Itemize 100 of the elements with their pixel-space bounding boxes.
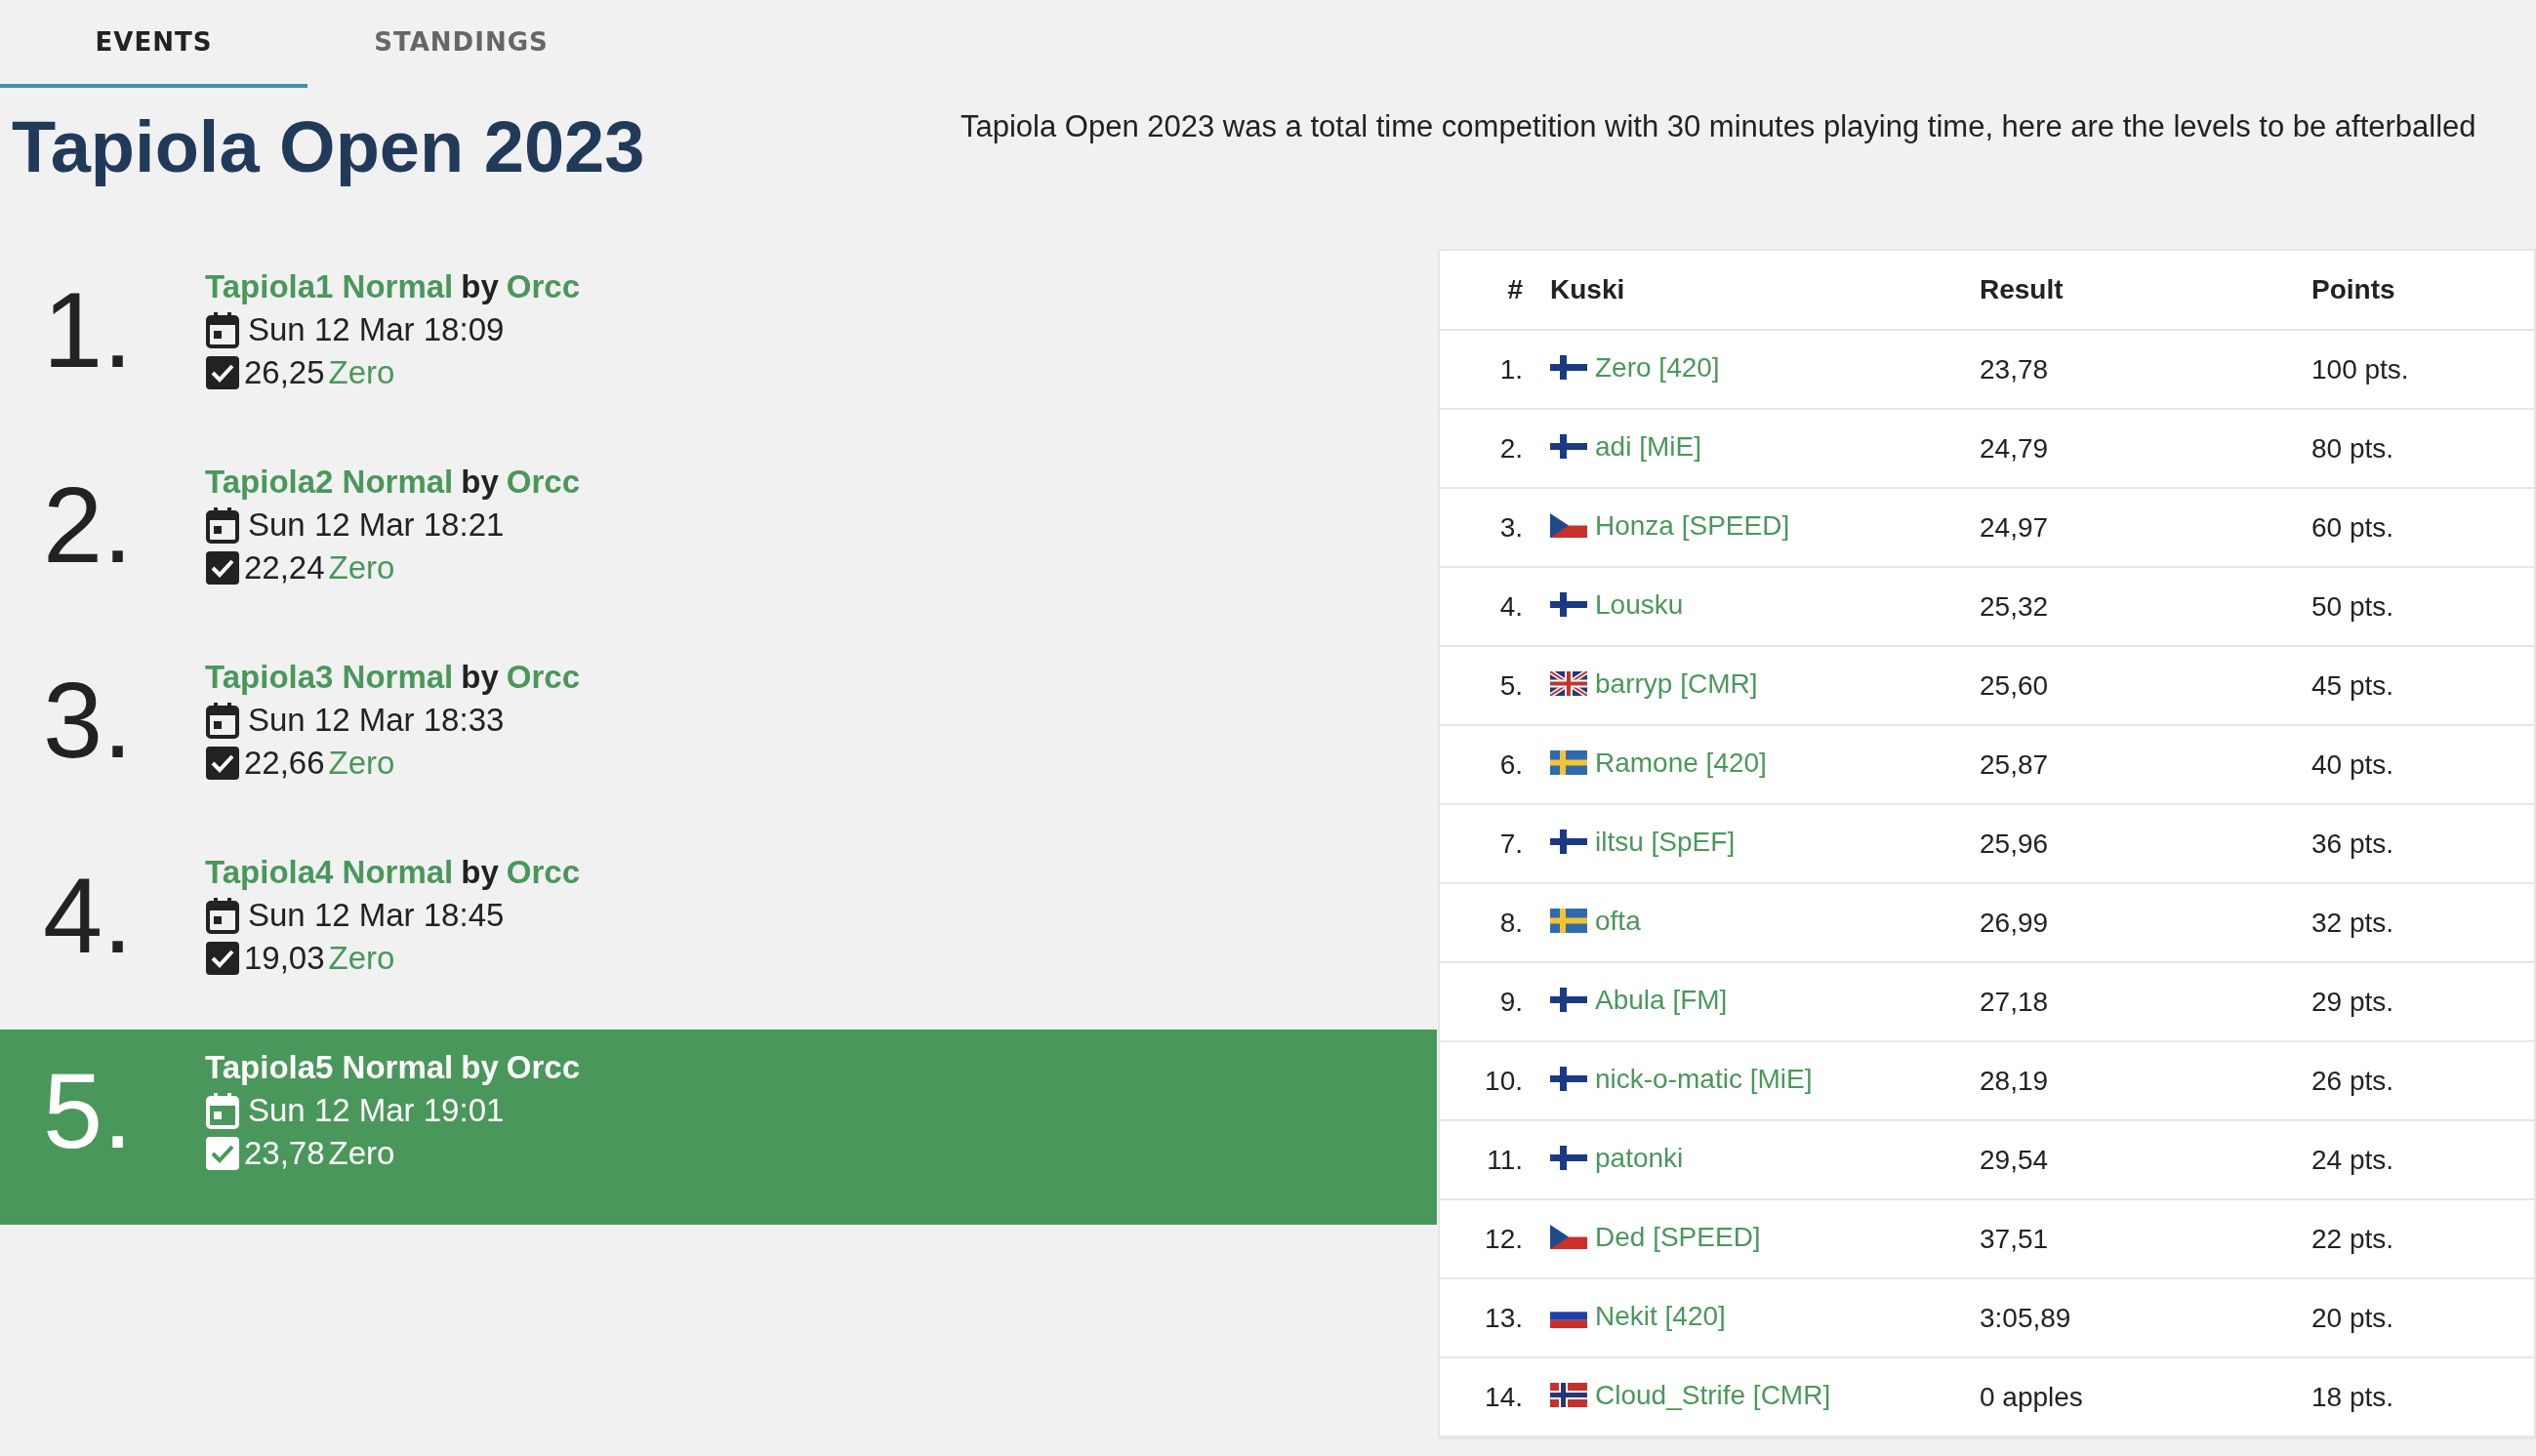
points-cell: 32 pts. — [2311, 883, 2534, 962]
event-row[interactable]: 2. Tapiola2 Normal by Orcc Sun 12 Mar 18:21 22,24Zero — [0, 444, 1437, 639]
flag-icon — [1550, 513, 1587, 539]
kuski-link[interactable]: Abula [FM] — [1595, 984, 1728, 1016]
checkbox-check-icon — [205, 355, 240, 390]
kuski-link[interactable]: Honza [SPEED] — [1595, 509, 1790, 542]
flag-icon — [1550, 750, 1587, 776]
by-label: by — [461, 854, 499, 891]
level-link[interactable]: Tapiola1 Normal — [205, 268, 454, 305]
event-date: Sun 12 Mar 18:21 — [248, 506, 505, 544]
kuski-link[interactable]: Nekit [420] — [1595, 1300, 1726, 1332]
points-cell: 60 pts. — [2311, 488, 2534, 567]
author-link[interactable]: Orcc — [506, 464, 581, 501]
result-cell: 25,87 — [1980, 725, 2311, 804]
calendar-icon — [205, 1092, 240, 1129]
winner-link[interactable]: Zero — [328, 549, 395, 586]
event-row[interactable]: 4. Tapiola4 Normal by Orcc Sun 12 Mar 18:45 19,03Zero — [0, 834, 1437, 1030]
calendar-icon — [205, 702, 240, 739]
result-cell: 25,60 — [1980, 646, 2311, 725]
by-label: by — [461, 268, 499, 305]
by-label: by — [461, 1049, 499, 1086]
result-cell: 0 apples — [1980, 1357, 2311, 1436]
kuski-link[interactable]: patonki — [1595, 1142, 1684, 1174]
kuski-link[interactable]: iltsu [SpEF] — [1595, 826, 1736, 858]
kuski-link[interactable]: Cloud_Strife [CMR] — [1595, 1379, 1831, 1411]
kuski-link[interactable]: ofta — [1595, 905, 1641, 937]
flag-icon — [1550, 1067, 1587, 1092]
by-label: by — [461, 659, 499, 696]
by-label: by — [461, 464, 499, 501]
flag-icon — [1550, 434, 1587, 460]
points-cell: 24 pts. — [2311, 1120, 2534, 1199]
author-link[interactable]: Orcc — [506, 1049, 581, 1086]
points-cell: 36 pts. — [2311, 804, 2534, 883]
points-cell: 40 pts. — [2311, 725, 2534, 804]
result-cell: 24,97 — [1980, 488, 2311, 567]
event-number: 4. — [42, 862, 134, 969]
best-time: 22,66 — [244, 745, 325, 782]
event-date: Sun 12 Mar 19:01 — [248, 1092, 505, 1129]
level-link[interactable]: Tapiola3 Normal — [205, 659, 454, 696]
kuski-link[interactable]: Ded [SPEED] — [1595, 1221, 1761, 1253]
best-time: 19,03 — [244, 940, 325, 977]
column-header: Points — [2311, 251, 2534, 330]
flag-icon — [1550, 1225, 1587, 1250]
flag-icon — [1550, 1146, 1587, 1171]
result-cell: 25,32 — [1980, 567, 2311, 646]
best-time: 22,24 — [244, 549, 325, 586]
level-link[interactable]: Tapiola2 Normal — [205, 464, 454, 501]
winner-link[interactable]: Zero — [328, 1135, 395, 1172]
calendar-icon — [205, 506, 240, 544]
flag-icon — [1550, 829, 1587, 855]
result-cell: 26,99 — [1980, 883, 2311, 962]
kuski-link[interactable]: nick-o-matic [MiE] — [1595, 1063, 1813, 1095]
level-link[interactable]: Tapiola4 Normal — [205, 854, 454, 891]
column-header: Result — [1980, 251, 2311, 330]
result-cell: 25,96 — [1980, 804, 2311, 883]
event-number: 5. — [42, 1057, 134, 1164]
kuski-link[interactable]: Ramone [420] — [1595, 747, 1767, 779]
points-cell: 26 pts. — [2311, 1041, 2534, 1120]
result-cell: 28,19 — [1980, 1041, 2311, 1120]
calendar-icon — [205, 897, 240, 934]
flag-icon — [1550, 671, 1587, 697]
winner-link[interactable]: Zero — [328, 940, 395, 977]
tab[interactable]: EVENTS — [0, 0, 307, 88]
event-number: 3. — [42, 667, 134, 774]
level-link[interactable]: Tapiola5 Normal — [205, 1049, 454, 1086]
points-cell: 20 pts. — [2311, 1278, 2534, 1357]
description-text: Tapiola Open 2023 was a total time competition with 30 minutes playing time, here are the levels to be afterballed — [961, 109, 2476, 144]
points-cell: 22 pts. — [2311, 1199, 2534, 1278]
event-number: 2. — [42, 471, 134, 579]
flag-icon — [1550, 988, 1587, 1013]
best-time: 23,78 — [244, 1135, 325, 1172]
flag-icon — [1550, 909, 1587, 934]
event-date: Sun 12 Mar 18:45 — [248, 897, 505, 934]
kuski-link[interactable]: adi [MiE] — [1595, 430, 1701, 463]
winner-link[interactable]: Zero — [328, 354, 395, 391]
page-title: Tapiola Open 2023 — [12, 107, 646, 187]
author-link[interactable]: Orcc — [506, 268, 581, 305]
calendar-icon — [205, 311, 240, 348]
result-cell: 29,54 — [1980, 1120, 2311, 1199]
tab[interactable]: STANDINGS — [307, 0, 615, 88]
points-cell: 100 pts. — [2311, 330, 2534, 409]
event-date: Sun 12 Mar 18:33 — [248, 702, 505, 739]
result-cell: 27,18 — [1980, 962, 2311, 1041]
points-cell: 18 pts. — [2311, 1357, 2534, 1436]
kuski-link[interactable]: Lousku — [1595, 588, 1684, 621]
kuski-link[interactable]: barryp [CMR] — [1595, 667, 1758, 700]
flag-icon — [1550, 1383, 1587, 1408]
points-cell: 80 pts. — [2311, 409, 2534, 488]
event-row-highlight[interactable]: 5. Tapiola5 Normal by Orcc Sun 12 Mar 19:01 23,78Zero — [0, 1030, 1437, 1225]
event-row[interactable]: 3. Tapiola3 Normal by Orcc Sun 12 Mar 18:33 22,66Zero — [0, 639, 1437, 834]
result-cell: 23,78 — [1980, 330, 2311, 409]
event-row[interactable]: 1. Tapiola1 Normal by Orcc Sun 12 Mar 18:09 26,25Zero — [0, 249, 1437, 444]
best-time: 26,25 — [244, 354, 325, 391]
flag-icon — [1550, 355, 1587, 381]
kuski-link[interactable]: Zero [420] — [1595, 351, 1720, 384]
author-link[interactable]: Orcc — [506, 659, 581, 696]
points-cell: 29 pts. — [2311, 962, 2534, 1041]
event-number: 1. — [42, 276, 134, 384]
winner-link[interactable]: Zero — [328, 745, 395, 782]
author-link[interactable]: Orcc — [506, 854, 581, 891]
